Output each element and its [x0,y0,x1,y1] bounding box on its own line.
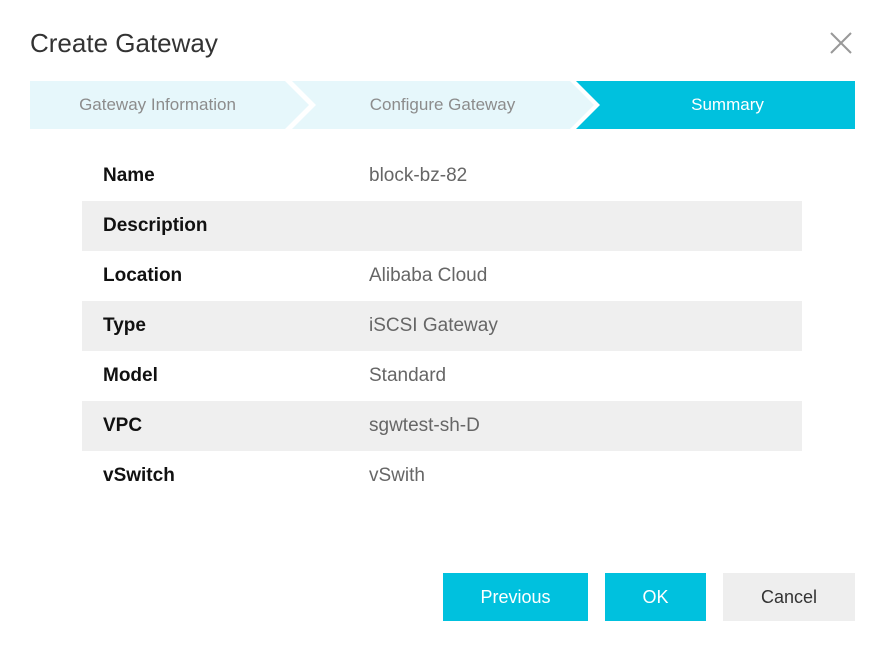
dialog-title: Create Gateway [30,28,218,58]
row-label: Type [103,315,146,336]
row-value: Alibaba Cloud [369,265,488,286]
row-label: vSwitch [103,465,175,486]
row-label: VPC [103,415,143,436]
row-value: iSCSI Gateway [369,315,498,336]
summary-table: Name block-bz-82 Description Location Al… [82,151,802,501]
row-label: Description [103,215,208,236]
summary-row-location: Location Alibaba Cloud [82,251,802,301]
previous-button[interactable]: Previous [443,573,588,621]
row-value: vSwith [369,465,425,486]
summary-row-description: Description [82,201,802,251]
row-label: Location [103,265,183,286]
summary-row-vpc: VPC sgwtest-sh-D [82,401,802,451]
summary-row-type: Type iSCSI Gateway [82,301,802,351]
step-configure-gateway[interactable]: Configure Gateway [315,81,570,129]
cancel-button[interactable]: Cancel [723,573,855,621]
row-label: Name [103,165,155,186]
row-label: Model [103,365,158,386]
step-summary[interactable]: Summary [600,81,855,129]
summary-row-vswitch: vSwitch vSwith [82,451,802,501]
create-gateway-dialog: Create Gateway Gateway Information Confi… [0,0,886,653]
row-value: block-bz-82 [369,165,468,186]
summary-row-name: Name block-bz-82 [82,151,802,201]
wizard-steps: Gateway Information Configure Gateway Su… [30,81,855,129]
row-value: Standard [369,365,447,386]
summary-row-model: Model Standard [82,351,802,401]
row-value: sgwtest-sh-D [369,415,480,436]
close-icon[interactable] [826,28,856,58]
ok-button[interactable]: OK [605,573,706,621]
step-gateway-information[interactable]: Gateway Information [30,81,285,129]
